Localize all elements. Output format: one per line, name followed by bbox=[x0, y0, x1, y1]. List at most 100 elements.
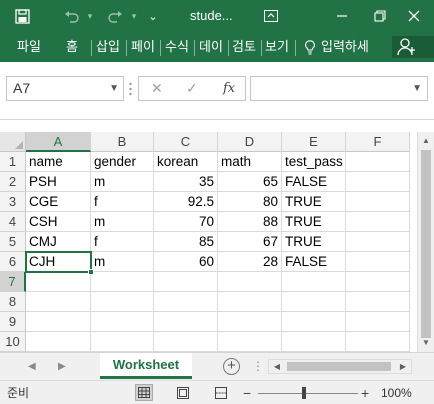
column-header-e[interactable]: E bbox=[282, 132, 346, 152]
cell-f5[interactable] bbox=[346, 232, 410, 252]
row-header-2[interactable]: 2 bbox=[0, 172, 26, 192]
row-header-7[interactable]: 7 bbox=[0, 272, 26, 292]
customize-toolbar-icon[interactable]: ⌄ bbox=[146, 0, 160, 32]
cell-c8[interactable] bbox=[154, 292, 218, 312]
scroll-up-icon[interactable]: ▲ bbox=[418, 133, 434, 149]
formula-bar-grip-icon[interactable] bbox=[129, 81, 132, 97]
cell-f4[interactable] bbox=[346, 212, 410, 232]
row-header-3[interactable]: 3 bbox=[0, 192, 26, 212]
column-header-c[interactable]: C bbox=[154, 132, 218, 152]
cell-e9[interactable] bbox=[282, 312, 346, 332]
expand-formula-bar-icon[interactable]: ▼ bbox=[412, 77, 422, 100]
scroll-left-icon[interactable]: ◀ bbox=[270, 360, 284, 373]
cell-c9[interactable] bbox=[154, 312, 218, 332]
cell-d8[interactable] bbox=[218, 292, 282, 312]
restore-icon[interactable] bbox=[368, 0, 392, 32]
vertical-scroll-thumb[interactable] bbox=[421, 150, 431, 338]
zoom-out-button[interactable]: − bbox=[243, 381, 251, 404]
cell-f7[interactable] bbox=[346, 272, 410, 292]
sheet-next-icon[interactable]: ▶ bbox=[58, 353, 66, 380]
scroll-right-icon[interactable]: ▶ bbox=[396, 360, 410, 373]
sheet-tab-worksheet[interactable]: Worksheet bbox=[100, 353, 192, 379]
undo-dropdown-icon[interactable]: ▾ bbox=[84, 0, 96, 32]
column-header-f[interactable]: F bbox=[346, 132, 410, 152]
cell-b4[interactable]: m bbox=[91, 212, 154, 232]
row-header-1[interactable]: 1 bbox=[0, 152, 26, 172]
cell-b5[interactable]: f bbox=[91, 232, 154, 252]
horizontal-scroll-thumb[interactable] bbox=[287, 362, 391, 371]
cell-f1[interactable] bbox=[346, 152, 410, 172]
worksheet-grid[interactable]: A B C D E F 1 2 3 4 5 6 7 8 9 10 name ge… bbox=[0, 120, 434, 352]
redo-icon[interactable] bbox=[104, 0, 126, 32]
zoom-slider-thumb[interactable] bbox=[302, 387, 306, 399]
row-header-10[interactable]: 10 bbox=[0, 332, 26, 352]
cell-b10[interactable] bbox=[91, 332, 154, 352]
cell-d3[interactable]: 80 bbox=[218, 192, 282, 212]
ribbon-display-options-icon[interactable] bbox=[260, 0, 282, 32]
redo-dropdown-icon[interactable]: ▾ bbox=[128, 0, 140, 32]
row-header-4[interactable]: 4 bbox=[0, 212, 26, 232]
cell-d4[interactable]: 88 bbox=[218, 212, 282, 232]
row-header-6[interactable]: 6 bbox=[0, 252, 26, 272]
cell-a9[interactable] bbox=[26, 312, 91, 332]
cell-f9[interactable] bbox=[346, 312, 410, 332]
cell-e3[interactable]: TRUE bbox=[282, 192, 346, 212]
tab-review[interactable]: 검토 bbox=[232, 32, 256, 62]
name-box[interactable]: A7 ▼ bbox=[6, 76, 124, 101]
cell-e2[interactable]: FALSE bbox=[282, 172, 346, 192]
zoom-level[interactable]: 100% bbox=[381, 381, 412, 404]
fill-handle[interactable] bbox=[88, 269, 94, 275]
cell-a3[interactable]: CGE bbox=[26, 192, 91, 212]
cell-f8[interactable] bbox=[346, 292, 410, 312]
cell-e8[interactable] bbox=[282, 292, 346, 312]
tab-view[interactable]: 보기 bbox=[265, 32, 289, 62]
cell-c10[interactable] bbox=[154, 332, 218, 352]
share-button[interactable] bbox=[392, 36, 434, 58]
page-break-preview-icon[interactable] bbox=[212, 384, 230, 401]
sheet-prev-icon[interactable]: ◀ bbox=[28, 353, 36, 380]
cell-e1[interactable]: test_pass bbox=[282, 152, 346, 172]
cell-e10[interactable] bbox=[282, 332, 346, 352]
zoom-in-button[interactable]: + bbox=[361, 381, 369, 404]
cell-a5[interactable]: CMJ bbox=[26, 232, 91, 252]
cell-d7[interactable] bbox=[218, 272, 282, 292]
cell-b3[interactable]: f bbox=[91, 192, 154, 212]
cell-a1[interactable]: name bbox=[26, 152, 91, 172]
add-sheet-icon[interactable]: + bbox=[223, 358, 240, 375]
cell-e7[interactable] bbox=[282, 272, 346, 292]
enter-icon[interactable]: ✓ bbox=[186, 77, 198, 100]
tab-formulas[interactable]: 수식 bbox=[165, 32, 189, 62]
tab-page-layout[interactable]: 페이 bbox=[131, 32, 155, 62]
select-all-button[interactable] bbox=[0, 132, 26, 152]
tab-data[interactable]: 데이 bbox=[199, 32, 223, 62]
column-header-b[interactable]: B bbox=[91, 132, 154, 152]
row-header-9[interactable]: 9 bbox=[0, 312, 26, 332]
cell-c2[interactable]: 35 bbox=[154, 172, 218, 192]
cell-c3[interactable]: 92.5 bbox=[154, 192, 218, 212]
cell-b9[interactable] bbox=[91, 312, 154, 332]
cell-b8[interactable] bbox=[91, 292, 154, 312]
cell-a2[interactable]: PSH bbox=[26, 172, 91, 192]
cell-f10[interactable] bbox=[346, 332, 410, 352]
row-header-8[interactable]: 8 bbox=[0, 292, 26, 312]
page-layout-view-icon[interactable] bbox=[174, 384, 192, 401]
cell-f6[interactable] bbox=[346, 252, 410, 272]
column-header-d[interactable]: D bbox=[218, 132, 282, 152]
cell-d2[interactable]: 65 bbox=[218, 172, 282, 192]
close-icon[interactable] bbox=[402, 0, 426, 32]
formula-input[interactable]: ▼ bbox=[250, 76, 428, 101]
cell-e4[interactable]: TRUE bbox=[282, 212, 346, 232]
tab-file[interactable]: 파일 bbox=[17, 32, 41, 62]
cell-a8[interactable] bbox=[26, 292, 91, 312]
tell-me-input[interactable]: 입력하세 bbox=[321, 32, 369, 62]
name-box-dropdown-icon[interactable]: ▼ bbox=[109, 77, 119, 100]
cell-b1[interactable]: gender bbox=[91, 152, 154, 172]
cell-b7[interactable] bbox=[91, 272, 154, 292]
column-header-a[interactable]: A bbox=[26, 132, 91, 152]
cell-e6[interactable]: FALSE bbox=[282, 252, 346, 272]
row-header-5[interactable]: 5 bbox=[0, 232, 26, 252]
cell-c6[interactable]: 60 bbox=[154, 252, 218, 272]
cell-b2[interactable]: m bbox=[91, 172, 154, 192]
tab-insert[interactable]: 삽입 bbox=[96, 32, 120, 62]
cell-d1[interactable]: math bbox=[218, 152, 282, 172]
